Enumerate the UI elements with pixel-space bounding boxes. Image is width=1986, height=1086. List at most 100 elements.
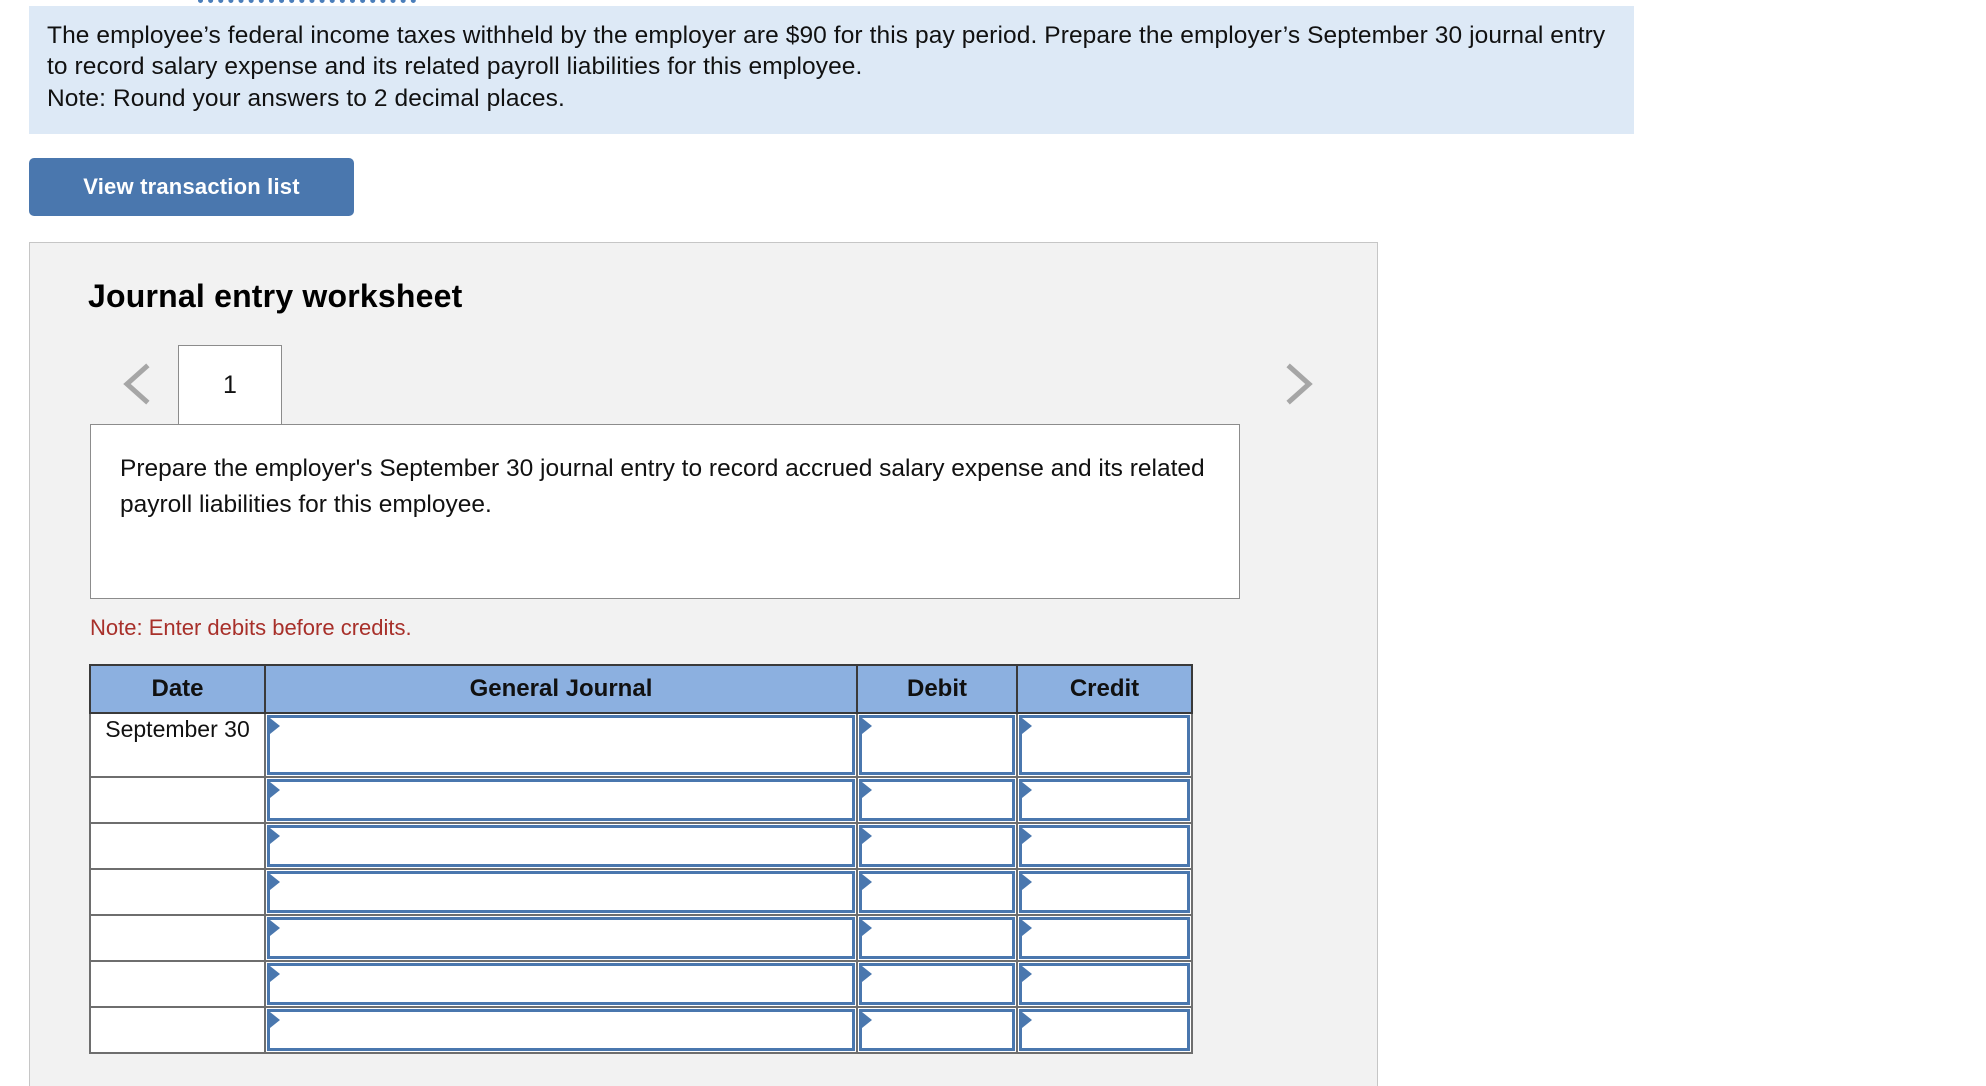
debit-cell <box>856 914 1018 962</box>
dropdown-caret-icon <box>1022 966 1032 982</box>
credit-input[interactable] <box>1019 715 1190 775</box>
credit-cell <box>1016 960 1193 1008</box>
general-journal-input[interactable] <box>267 917 855 959</box>
chevron-right-icon[interactable] <box>1278 361 1318 407</box>
credit-cell <box>1016 822 1193 870</box>
dropdown-caret-icon <box>1022 718 1032 734</box>
journal-table-wrapper: Date General Journal Debit Credit Septem… <box>89 664 1193 1054</box>
general-journal-cell <box>264 868 858 916</box>
debit-cell <box>856 776 1018 824</box>
journal-entry-table: Date General Journal Debit Credit Septem… <box>89 664 1193 1054</box>
credit-input[interactable] <box>1019 825 1190 867</box>
general-journal-cell <box>264 712 858 778</box>
debit-input[interactable] <box>859 779 1015 821</box>
dropdown-caret-icon <box>270 782 280 798</box>
dropdown-caret-icon <box>862 1012 872 1028</box>
debit-cell <box>856 712 1018 778</box>
table-row <box>89 1006 1193 1054</box>
credit-cell <box>1016 776 1193 824</box>
dropdown-caret-icon <box>862 828 872 844</box>
table-row <box>89 960 1193 1008</box>
view-transaction-list-button[interactable]: View transaction list <box>29 158 354 216</box>
dropdown-caret-icon <box>1022 1012 1032 1028</box>
table-row: September 30 <box>89 712 1193 778</box>
worksheet-tab-label: 1 <box>223 370 237 399</box>
dropdown-caret-icon <box>862 874 872 890</box>
journal-table-body: September 30 <box>89 712 1193 1054</box>
credit-cell <box>1016 868 1193 916</box>
date-cell <box>89 914 266 962</box>
general-journal-cell <box>264 1006 858 1054</box>
debit-input[interactable] <box>859 871 1015 913</box>
debit-input[interactable] <box>859 917 1015 959</box>
dropdown-caret-icon <box>270 828 280 844</box>
credit-input[interactable] <box>1019 779 1190 821</box>
instruction-text: Prepare the employer's September 30 jour… <box>120 455 1205 518</box>
table-header-row: Date General Journal Debit Credit <box>89 664 1193 714</box>
debit-input[interactable] <box>859 963 1015 1005</box>
dropdown-caret-icon <box>1022 782 1032 798</box>
debit-input[interactable] <box>859 715 1015 775</box>
dropdown-caret-icon <box>270 1012 280 1028</box>
debit-cell <box>856 822 1018 870</box>
dropdown-caret-icon <box>1022 920 1032 936</box>
dropdown-caret-icon <box>1022 828 1032 844</box>
column-header-general-journal: General Journal <box>264 664 858 714</box>
table-row <box>89 822 1193 870</box>
dropdown-caret-icon <box>862 782 872 798</box>
general-journal-cell <box>264 822 858 870</box>
dotted-rule <box>198 0 416 3</box>
credit-input[interactable] <box>1019 871 1190 913</box>
instruction-panel: Prepare the employer's September 30 jour… <box>90 424 1240 599</box>
column-header-credit: Credit <box>1016 664 1193 714</box>
worksheet-tab-1[interactable]: 1 <box>178 345 282 424</box>
dropdown-caret-icon <box>1022 874 1032 890</box>
date-cell <box>89 1006 266 1054</box>
debit-cell <box>856 1006 1018 1054</box>
journal-entry-worksheet-card: Journal entry worksheet 1 Prepare the em… <box>29 242 1378 1086</box>
general-journal-input[interactable] <box>267 779 855 821</box>
credit-cell <box>1016 914 1193 962</box>
date-cell <box>89 868 266 916</box>
chevron-left-icon[interactable] <box>118 361 158 407</box>
dropdown-caret-icon <box>270 874 280 890</box>
general-journal-input[interactable] <box>267 825 855 867</box>
rounding-note: Note: Round your answers to 2 decimal pl… <box>47 85 565 112</box>
general-journal-input[interactable] <box>267 963 855 1005</box>
dropdown-caret-icon <box>270 920 280 936</box>
dropdown-caret-icon <box>270 966 280 982</box>
date-cell <box>89 822 266 870</box>
dropdown-caret-icon <box>862 966 872 982</box>
column-header-date: Date <box>89 664 266 714</box>
table-row <box>89 868 1193 916</box>
date-cell <box>89 960 266 1008</box>
question-text: The employee’s federal income taxes with… <box>47 22 1606 80</box>
general-journal-cell <box>264 960 858 1008</box>
column-header-debit: Debit <box>856 664 1018 714</box>
debit-cell <box>856 960 1018 1008</box>
credit-input[interactable] <box>1019 963 1190 1005</box>
dropdown-caret-icon <box>862 718 872 734</box>
debit-input[interactable] <box>859 1009 1015 1051</box>
dropdown-caret-icon <box>862 920 872 936</box>
worksheet-tab-strip: 1 <box>88 343 1338 425</box>
general-journal-input[interactable] <box>267 1009 855 1051</box>
table-row <box>89 914 1193 962</box>
credit-input[interactable] <box>1019 917 1190 959</box>
credit-cell <box>1016 1006 1193 1054</box>
table-row <box>89 776 1193 824</box>
general-journal-input[interactable] <box>267 715 855 775</box>
dropdown-caret-icon <box>270 718 280 734</box>
general-journal-cell <box>264 914 858 962</box>
date-cell <box>89 776 266 824</box>
credit-cell <box>1016 712 1193 778</box>
enter-debits-note: Note: Enter debits before credits. <box>90 615 412 640</box>
credit-input[interactable] <box>1019 1009 1190 1051</box>
debit-cell <box>856 868 1018 916</box>
general-journal-input[interactable] <box>267 871 855 913</box>
worksheet-title: Journal entry worksheet <box>88 278 463 314</box>
debit-input[interactable] <box>859 825 1015 867</box>
question-banner: The employee’s federal income taxes with… <box>29 6 1634 134</box>
general-journal-cell <box>264 776 858 824</box>
date-cell: September 30 <box>89 712 266 778</box>
